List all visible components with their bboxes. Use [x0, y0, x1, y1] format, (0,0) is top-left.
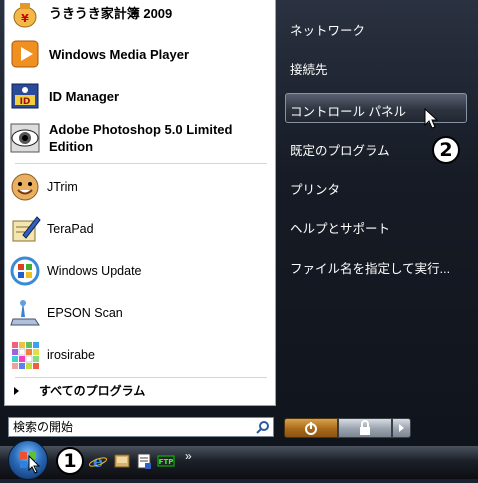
- all-programs-button[interactable]: すべてのプログラム: [14, 382, 145, 399]
- pinned-item-id-manager[interactable]: ID ID Manager: [9, 79, 271, 113]
- recent-item-label: TeraPad: [47, 222, 94, 236]
- separator: [15, 377, 267, 378]
- power-button[interactable]: [284, 418, 338, 438]
- mouse-cursor-icon: [424, 108, 439, 129]
- taskbar-overflow-chevron[interactable]: »: [185, 449, 192, 463]
- right-item-printers[interactable]: プリンタ: [290, 179, 340, 198]
- recent-item-epson-scan[interactable]: EPSON Scan: [9, 296, 271, 330]
- photoshop-eye-icon: [9, 122, 41, 154]
- pinned-item-label: うきうき家計簿 2009: [49, 5, 173, 21]
- separator: [15, 163, 267, 164]
- annotation-badge-1: 1: [56, 447, 84, 475]
- all-programs-label: すべてのプログラム: [39, 384, 146, 398]
- pinned-item-label: ID Manager: [49, 88, 120, 104]
- svg-text:e: e: [93, 452, 103, 470]
- recent-item-windows-update[interactable]: Windows Update: [9, 254, 271, 288]
- right-item-network[interactable]: ネットワーク: [290, 20, 365, 39]
- show-desktop-icon[interactable]: [113, 452, 131, 470]
- pinned-item-kakeibo[interactable]: ¥ うきうき家計簿 2009: [9, 0, 271, 30]
- recent-item-terapad[interactable]: TeraPad: [9, 212, 271, 246]
- recent-item-label: JTrim: [47, 180, 78, 194]
- ftp-icon[interactable]: FTP: [157, 452, 175, 470]
- id-manager-icon: ID: [9, 80, 41, 112]
- annotation-badge-2: 2: [432, 136, 460, 164]
- recent-item-label: irosirabe: [47, 348, 95, 362]
- right-item-help-support[interactable]: ヘルプとサポート: [290, 218, 390, 237]
- internet-explorer-icon[interactable]: e: [88, 452, 108, 471]
- right-item-connect-to[interactable]: 接続先: [290, 59, 328, 78]
- pinned-item-media-player[interactable]: Windows Media Player: [9, 37, 271, 71]
- recent-item-jtrim[interactable]: JTrim: [9, 170, 271, 204]
- mouse-cursor-icon: [28, 455, 41, 474]
- color-grid-icon: [9, 339, 41, 371]
- shutdown-options-button[interactable]: [392, 418, 411, 438]
- lock-icon: [360, 420, 370, 435]
- recent-item-irosirabe[interactable]: irosirabe: [9, 338, 271, 372]
- power-icon: [305, 422, 317, 435]
- notepad-icon[interactable]: [135, 452, 153, 470]
- windows-update-icon: [9, 255, 41, 287]
- lock-button[interactable]: [338, 418, 392, 438]
- right-item-control-panel[interactable]: コントロール パネル: [290, 101, 406, 120]
- search-input[interactable]: 検索の開始: [8, 417, 274, 437]
- recent-item-label: EPSON Scan: [47, 306, 123, 320]
- terapad-icon: [9, 213, 41, 245]
- search-icon[interactable]: [256, 420, 270, 434]
- arrow-right-icon: [399, 424, 404, 432]
- pinned-item-photoshop[interactable]: Adobe Photoshop 5.0 Limited Edition: [9, 120, 271, 156]
- right-arrow-icon: [14, 386, 19, 395]
- right-item-run[interactable]: ファイル名を指定して実行...: [290, 258, 450, 277]
- epson-scan-icon: [9, 297, 41, 329]
- money-bag-icon: ¥: [9, 0, 41, 29]
- pinned-item-label: Windows Media Player: [49, 46, 190, 62]
- svg-text:ID: ID: [20, 97, 31, 107]
- right-item-default-programs[interactable]: 既定のプログラム: [290, 140, 390, 159]
- media-player-icon: [9, 38, 41, 70]
- pinned-item-label: Adobe Photoshop 5.0 Limited Edition: [49, 122, 233, 154]
- recent-item-label: Windows Update: [47, 264, 142, 278]
- svg-text:FTP: FTP: [159, 458, 174, 466]
- search-placeholder: 検索の開始: [13, 420, 74, 434]
- jtrim-icon: [9, 171, 41, 203]
- svg-text:¥: ¥: [21, 12, 29, 25]
- programs-panel: ¥ うきうき家計簿 2009 Windows Media Player ID I…: [4, 0, 276, 406]
